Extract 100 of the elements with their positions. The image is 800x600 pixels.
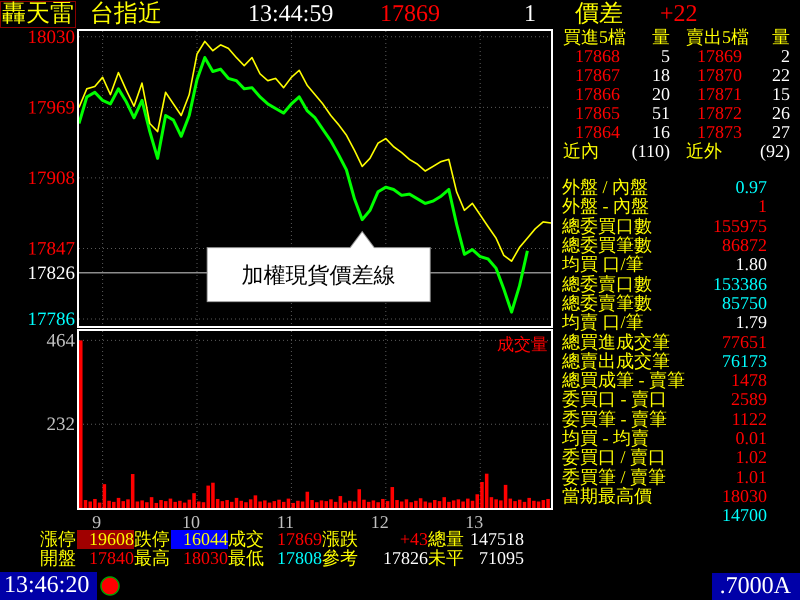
ask-quantity: 26	[772, 104, 790, 123]
quote-value: 71095	[479, 549, 524, 568]
ask-price: 17870	[697, 66, 742, 85]
quote-label: 總量	[428, 530, 464, 549]
tick-volume: 1	[524, 1, 536, 27]
stat-value: 86872	[722, 236, 767, 256]
stat-label: 委買口 / 賣口	[562, 448, 666, 468]
status-dot-icon	[100, 576, 120, 596]
stat-label: 外盤 - 內盤	[562, 197, 649, 216]
last-price: 17869	[380, 1, 440, 27]
stat-value: 155975	[713, 216, 767, 236]
y-axis-label: 17826	[28, 262, 75, 284]
x-axis-label: 9	[92, 512, 102, 532]
stat-value: 1.79	[736, 313, 767, 332]
bid-quantity: 51	[652, 104, 670, 123]
stat-label: 總委賣口數	[562, 274, 652, 294]
stat-label: 均買 口/筆	[562, 255, 644, 274]
quote-value: 17840	[89, 549, 134, 568]
stat-label: 委買筆 - 賣筆	[562, 410, 667, 429]
quote-value: 17869	[277, 530, 322, 549]
stat-value: 18030	[722, 486, 767, 506]
bid-price: 17864	[575, 123, 620, 142]
quote-value: +43	[400, 530, 428, 549]
quote-label: 最高	[134, 549, 170, 568]
column-header: 量	[772, 28, 790, 47]
ask-quantity: 15	[772, 85, 790, 104]
stat-label: 委買口 - 賣口	[562, 390, 667, 410]
y-axis-label: 17847	[28, 238, 75, 260]
ask-price: 17872	[697, 104, 742, 123]
stat-label: 委買筆 / 賣筆	[562, 468, 666, 487]
quote-value: 17826	[383, 549, 428, 568]
highlighted-value: 16044	[171, 530, 228, 549]
y-axis-label: 17786	[28, 309, 75, 330]
stat-value: 2589	[731, 390, 767, 410]
quote-label: 未平	[428, 549, 464, 568]
stat-value: 1.80	[736, 255, 767, 274]
stat-label: 總買成筆 - 賣筆	[562, 371, 685, 390]
x-axis-label: 12	[370, 512, 389, 532]
stat-value: 14700	[722, 506, 767, 526]
stat-value: 76173	[722, 352, 767, 371]
x-axis-label: 13	[465, 512, 484, 532]
stat-label: 總委買口數	[562, 216, 652, 236]
spread-value: +22	[660, 1, 698, 27]
y-axis-label: 17908	[28, 168, 75, 189]
stat-value: 1.02	[736, 448, 767, 468]
ask-quantity: 27	[772, 123, 790, 142]
stat-value: 1	[758, 197, 767, 216]
stat-value: 85750	[722, 294, 767, 313]
quote-label: 跌停	[134, 530, 170, 549]
quote-label: 最低	[228, 549, 264, 568]
quote-label: 參考	[322, 549, 358, 568]
x-axis-label: 10	[182, 512, 200, 532]
stat-value: 1122	[732, 410, 767, 429]
stat-label: 總委買筆數	[562, 236, 652, 256]
quote-label: 漲停	[40, 530, 76, 549]
y-axis-label: 17969	[28, 97, 75, 118]
quote-label: 成交	[228, 530, 264, 549]
stat-value: 0.01	[736, 429, 767, 448]
quote-value: 147518	[470, 530, 524, 549]
clock-time: 13:46:20	[0, 572, 98, 600]
stat-label: 均買 - 均賣	[562, 429, 649, 448]
y-axis-label: 18030	[28, 26, 75, 48]
total-label: 近外	[686, 142, 722, 161]
bid-quantity: 18	[652, 66, 670, 85]
column-header: 量	[652, 28, 670, 47]
app-name: 轟天雷	[0, 0, 76, 28]
column-header: 買進5檔	[563, 28, 626, 47]
ask-quantity: 22	[772, 66, 790, 85]
highlighted-value: 19608	[77, 530, 134, 549]
x-axis-label: 11	[276, 512, 294, 532]
quote-label: 開盤	[40, 549, 76, 568]
total-value: (110)	[632, 142, 670, 161]
bid-price: 17865	[575, 104, 620, 123]
stat-label: 總委賣筆數	[562, 294, 652, 313]
stat-value: 153386	[713, 274, 767, 294]
quote-label: 漲跌	[322, 530, 358, 549]
bid-price: 17868	[575, 47, 620, 66]
stat-label: 總賣出成交筆	[562, 352, 670, 371]
stat-value: 77651	[722, 332, 767, 352]
chart-title: 成交量	[497, 335, 548, 354]
symbol-name: 台指近	[90, 1, 162, 27]
bid-quantity: 20	[652, 85, 670, 104]
total-label: 近內	[563, 142, 599, 161]
ask-price: 17871	[697, 85, 742, 104]
quote-value: 18030	[183, 549, 228, 568]
bid-quantity: 16	[652, 123, 670, 142]
y-axis-label: 464	[46, 330, 75, 352]
stat-label: 外盤 / 內盤	[562, 178, 648, 198]
bid-quantity: 5	[661, 47, 670, 66]
stat-label: 總買進成交筆	[562, 332, 670, 352]
quote-value: 17808	[277, 549, 322, 568]
bid-price: 17866	[575, 85, 620, 104]
total-value: (92)	[760, 142, 790, 161]
callout-label: 加權現貨價差線	[242, 262, 396, 288]
stat-label: 均賣 口/筆	[562, 313, 644, 332]
y-axis-label: 232	[46, 414, 75, 436]
stat-value: 0.97	[736, 178, 767, 198]
stat-label: 當期最高價	[562, 486, 652, 506]
column-header: 賣出5檔	[686, 28, 749, 47]
ask-price: 17869	[697, 47, 742, 66]
